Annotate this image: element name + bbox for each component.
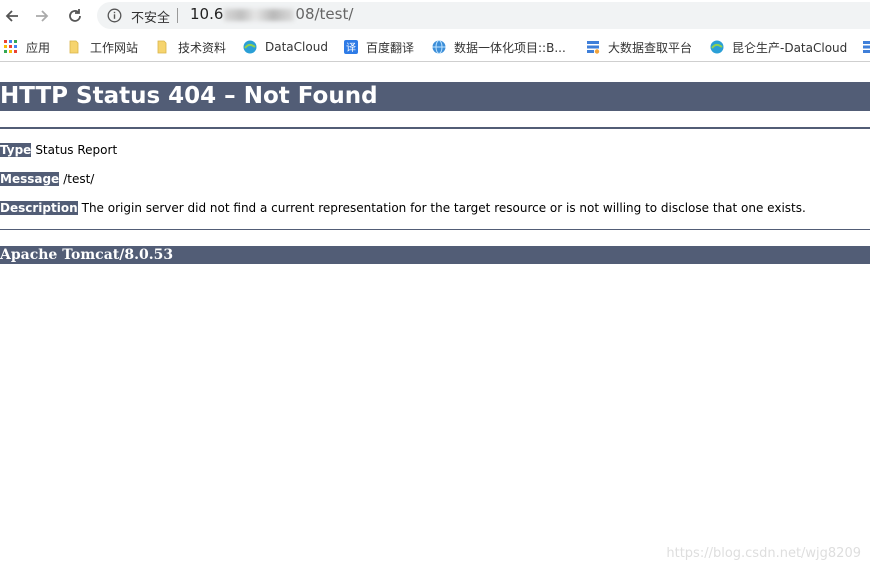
data-platform-icon bbox=[587, 41, 600, 54]
address-bar[interactable]: 不安全 10.6 08/test/ bbox=[97, 2, 870, 29]
bookmark-label: 数据一体化项目::B... bbox=[454, 40, 566, 55]
back-button[interactable] bbox=[0, 4, 24, 28]
url-text[interactable]: 10.6 08/test/ bbox=[190, 5, 353, 23]
bookmark-label: 应用 bbox=[26, 40, 51, 55]
baidu-translate-icon: 译 bbox=[344, 40, 358, 54]
bookmark-label: 技术资料 bbox=[178, 40, 227, 55]
datacloud-icon bbox=[243, 40, 257, 54]
description-key: Description bbox=[0, 201, 78, 215]
redacted-url-segment bbox=[224, 8, 295, 21]
footer-divider bbox=[0, 229, 870, 230]
apps-grid-icon bbox=[4, 40, 17, 53]
server-info: Apache Tomcat/8.0.53 bbox=[0, 246, 870, 264]
bookmark-label: 昆仑生产-DataCloud bbox=[732, 40, 848, 55]
bookmark-label: 大数据查取平台 bbox=[608, 40, 693, 55]
message-row: Message/test/ bbox=[0, 170, 94, 188]
page-title: HTTP Status 404 – Not Found bbox=[0, 82, 870, 111]
bookmark-kunlun-datacloud[interactable]: 昆仑生产-DataCloud bbox=[710, 38, 847, 56]
description-row: Description The origin server did not fin… bbox=[0, 199, 806, 217]
datacloud-icon bbox=[710, 40, 724, 54]
svg-text:译: 译 bbox=[346, 42, 356, 54]
browser-toolbar: 不安全 10.6 08/test/ bbox=[0, 0, 870, 31]
type-key: Type bbox=[0, 143, 32, 157]
folder-icon bbox=[157, 40, 167, 54]
arrow-left-icon bbox=[5, 10, 18, 22]
reload-button[interactable] bbox=[63, 4, 87, 28]
url-prefix: 10.6 bbox=[190, 5, 224, 23]
security-label[interactable]: 不安全 bbox=[131, 7, 170, 26]
description-value: The origin server did not find a current… bbox=[81, 201, 806, 215]
type-row: Type Status Report bbox=[0, 141, 117, 159]
type-value: Status Report bbox=[35, 143, 118, 157]
bookmark-label: DataCloud bbox=[265, 40, 328, 54]
info-icon[interactable] bbox=[107, 8, 122, 23]
folder-icon bbox=[69, 40, 79, 54]
reload-icon bbox=[69, 9, 81, 22]
forward-button[interactable] bbox=[30, 4, 54, 28]
bookmark-baidu-translate[interactable]: 译 百度翻译 bbox=[344, 38, 414, 56]
data-platform-icon bbox=[863, 41, 870, 53]
message-key: Message bbox=[0, 172, 60, 186]
bookmark-bigdata-platform[interactable]: 大数据查取平台 bbox=[586, 38, 692, 56]
bookmark-datacloud[interactable]: DataCloud bbox=[243, 38, 328, 56]
bookmarks-bar: 应用 工作网站 技术资料 DataCloud 译 百度翻译 数据一体化项目::B… bbox=[0, 33, 870, 62]
arrow-right-icon bbox=[36, 10, 49, 22]
bookmark-apps[interactable]: 应用 bbox=[4, 38, 50, 56]
url-suffix: 08/test/ bbox=[295, 5, 354, 23]
bookmark-data-integration[interactable]: 数据一体化项目::B... bbox=[432, 38, 566, 56]
message-value: /test/ bbox=[63, 172, 95, 186]
bookmark-tech-docs[interactable]: 技术资料 bbox=[156, 38, 226, 56]
bookmark-label: 百度翻译 bbox=[366, 40, 415, 55]
bookmark-overflow[interactable] bbox=[862, 38, 870, 56]
bookmark-work-sites[interactable]: 工作网站 bbox=[68, 38, 138, 56]
globe-icon bbox=[432, 40, 446, 54]
bookmark-label: 工作网站 bbox=[90, 40, 139, 55]
watermark: https://blog.csdn.net/wjg8209 bbox=[666, 546, 861, 561]
omnibox-divider bbox=[177, 8, 178, 23]
title-divider bbox=[0, 127, 870, 129]
